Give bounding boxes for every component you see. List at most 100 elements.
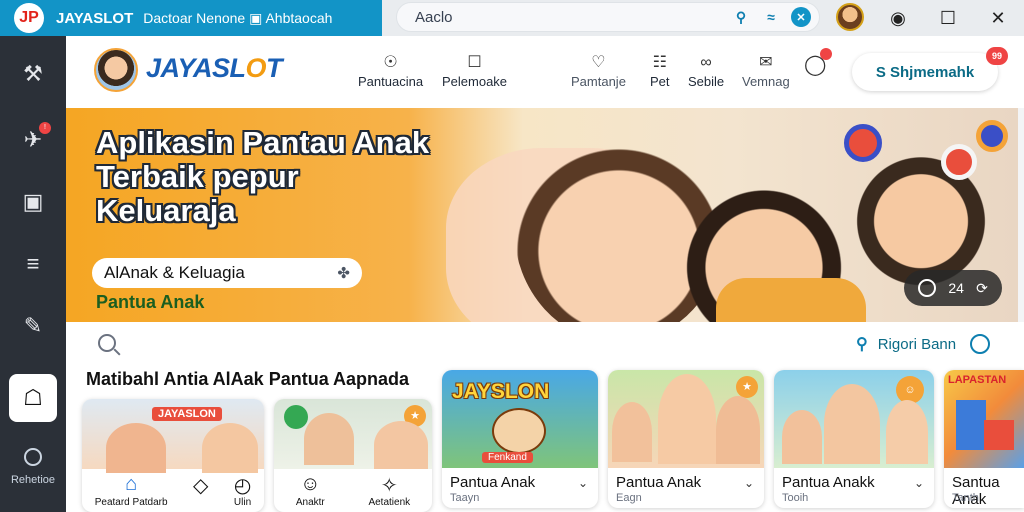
- nav-label: Pelemoake: [442, 74, 508, 89]
- card-banner: JAYSLON: [452, 380, 550, 403]
- signup-badge: 99: [986, 47, 1008, 65]
- brand-logo[interactable]: JAYASLOT: [146, 53, 283, 84]
- chevron-down-icon[interactable]: ⌄: [578, 476, 588, 490]
- smile-icon: ☺: [300, 473, 321, 495]
- nav-pelemoake[interactable]: ☐ Pelemoake: [442, 52, 507, 89]
- settings-icon[interactable]: ✤: [337, 264, 350, 282]
- user-avatar[interactable]: [836, 3, 864, 31]
- card-image: JAYASLON: [82, 399, 264, 473]
- card-mini-bar: ☺ Anaktr ✧ Aetatienk: [274, 473, 432, 508]
- gear-icon: ✧: [380, 475, 398, 497]
- card-sign: Fenkand: [482, 452, 533, 463]
- brand-text-end: T: [266, 53, 283, 83]
- nav-label: Sebile: [688, 74, 725, 89]
- wifi-icon[interactable]: ≈: [761, 7, 781, 27]
- basket-icon[interactable]: ☖: [9, 374, 57, 422]
- feature-card[interactable]: ★ ☺ Anaktr ✧ Aetatienk: [274, 399, 432, 512]
- block-toy: [956, 400, 986, 450]
- chevron-down-icon[interactable]: ⌄: [744, 476, 754, 490]
- hero-search-input[interactable]: AlAnak & Keluagia ✤: [92, 258, 362, 288]
- chat-bubble-icon[interactable]: ◯: [804, 48, 833, 77]
- kid-face: [886, 400, 928, 464]
- kid-face: [612, 402, 652, 462]
- app-brand: JAYASLOT: [56, 9, 134, 27]
- mini-home[interactable]: ⌂ Peatard Patdarb: [95, 473, 168, 508]
- hero-title-line: Aplikasin Pantau Anak: [96, 125, 430, 160]
- mini-tag[interactable]: ◇: [193, 473, 208, 508]
- card-banner: JAYASLON: [152, 407, 222, 421]
- nav-label: Pet: [650, 74, 670, 89]
- card-image: LAPASTAN: [944, 370, 1024, 468]
- kid-face: [106, 423, 166, 473]
- tag-icon: ◇: [192, 475, 209, 497]
- home-icon: ⌂: [125, 473, 138, 495]
- nav-label: Pamtanje: [571, 74, 626, 89]
- user-icon[interactable]: ⚲: [731, 7, 751, 27]
- message-icon: ✉: [759, 54, 773, 71]
- close-icon[interactable]: ✕: [974, 0, 1022, 36]
- hero-title-line: Terbaik pepur: [96, 159, 299, 194]
- toy-ball-icon: [941, 144, 977, 180]
- card-image: JAYSLON Fenkand: [442, 370, 598, 468]
- mini-label: Ulin: [233, 497, 252, 508]
- maximize-icon[interactable]: ☐: [924, 0, 972, 36]
- card-title: Pantua Anakk: [782, 474, 875, 491]
- sidebar-bottom-label: Rehetioe: [10, 474, 56, 486]
- mini-face[interactable]: ☺ Anaktr: [296, 473, 325, 508]
- carousel-controls[interactable]: 24 ⟳: [904, 270, 1002, 306]
- pause-icon[interactable]: [918, 279, 937, 297]
- content-card[interactable]: LAPASTAN Santua Anak Tanth: [944, 370, 1024, 508]
- app-title-area: JP JAYASLOT Dactoar Nenone ▣ Ahbtaocah: [0, 0, 382, 36]
- nav-pantuacina[interactable]: ☉ Pantuacina: [358, 52, 423, 89]
- mini-clock[interactable]: ◴ Ulin: [234, 473, 251, 508]
- kid-face: [782, 410, 822, 464]
- nav-vemnag[interactable]: ✉ Vemnag: [742, 52, 790, 89]
- notification-badge: !: [39, 122, 51, 134]
- mini-gear[interactable]: ✧ Aetatienk: [368, 473, 410, 508]
- feather-icon[interactable]: ✎: [9, 302, 57, 350]
- refresh-icon[interactable]: ⟳: [976, 280, 988, 297]
- signup-button[interactable]: S Shjmemahk 99: [852, 47, 1008, 91]
- content-card[interactable]: ☺ Pantua Anakk Tooih ⌄: [774, 370, 934, 508]
- card-mini-bar: ⌂ Peatard Patdarb ◇ ◴ Ulin: [82, 473, 264, 508]
- card-image: ★: [608, 370, 764, 468]
- profile-avatar[interactable]: [94, 48, 138, 92]
- theme-icon[interactable]: ◉: [874, 0, 922, 36]
- shirt-shape: [716, 278, 866, 322]
- app-header: JAYASLOT ☉ Pantuacina ☐ Pelemoake ♡ Pamt…: [66, 36, 1024, 108]
- sidebar-refresh[interactable]: Rehetioe: [0, 448, 66, 486]
- time-icon: [970, 334, 991, 354]
- list-icon[interactable]: ≡: [9, 240, 57, 288]
- toy-ball-icon: [844, 124, 882, 162]
- search-icon[interactable]: [96, 332, 122, 358]
- check-icon: [284, 405, 308, 429]
- hero-title-line: Keluaraja: [96, 193, 236, 228]
- hero-banner: Aplikasin Pantau Anak Terbaik pepur Kelu…: [66, 108, 1018, 322]
- cartoon-face: [492, 408, 546, 454]
- app-logo-icon: JP: [14, 3, 44, 33]
- content-card[interactable]: JAYSLON Fenkand Pantua Anak Taayn ⌄: [442, 370, 598, 508]
- nav-pet[interactable]: ☷ Pet: [650, 52, 670, 89]
- tool-icon[interactable]: ⚒: [9, 50, 57, 98]
- feature-card[interactable]: JAYASLON ⌂ Peatard Patdarb ◇ ◴ Ulin: [82, 399, 264, 512]
- hero-subtitle: Pantua Anak: [96, 292, 205, 312]
- address-bar[interactable]: Aaclo ⚲ ≈ ✕: [396, 2, 820, 32]
- kid-face: [716, 396, 760, 464]
- report-label: Rigori Bann: [877, 335, 957, 353]
- content-card[interactable]: ★ Pantua Anak Eagn ⌄: [608, 370, 764, 508]
- report-link[interactable]: ⚲ Rigori Bann: [856, 334, 991, 354]
- chat-icon[interactable]: ▣: [9, 178, 57, 226]
- chevron-down-icon[interactable]: ⌄: [914, 476, 924, 490]
- sidebar: ⚒ ✈ ! ▣ ≡ ✎ ☖ Rehetioe: [0, 36, 66, 512]
- nav-sebile[interactable]: ∞ Sebile: [688, 52, 724, 89]
- nav-pamtanje[interactable]: ♡ Pamtanje: [571, 52, 626, 89]
- user-icon: ☉: [383, 54, 398, 71]
- kid-face: [658, 374, 716, 464]
- rocket-icon[interactable]: ✈ !: [9, 116, 57, 164]
- nav-label: Pantuacina: [358, 74, 424, 89]
- main-content: ⚲ Rigori Bann Matibahl Antia AlAak Pantu…: [66, 322, 1024, 512]
- close-circle-icon[interactable]: ✕: [791, 7, 811, 27]
- hero-title: Aplikasin Pantau Anak Terbaik pepur Kelu…: [96, 126, 429, 228]
- kid-face: [202, 423, 258, 473]
- brand-text-o: O: [245, 53, 267, 83]
